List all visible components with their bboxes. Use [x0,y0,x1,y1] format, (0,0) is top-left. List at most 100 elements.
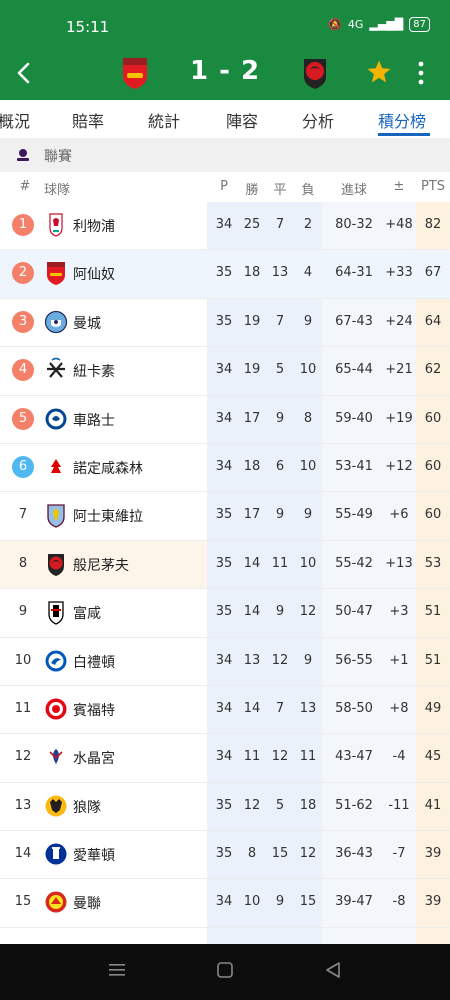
won-cell: 18 [243,458,261,474]
team-cell[interactable]: 2 阿仙奴 [0,250,207,298]
standings-table: 1 利物浦 34 25 7 2 80-32 +48 82 2 阿仙奴 35 18 13 4 64-31 +33 6… [0,202,450,928]
lost-cell: 12 [299,604,317,620]
played-cell: 35 [215,265,233,281]
home-button-icon[interactable] [216,962,234,978]
goal-diff-cell: -11 [388,797,410,813]
team-name[interactable]: 利物浦 [73,216,115,236]
table-row[interactable]: 5 車路士 34 17 9 8 59-40 +19 60 [0,396,450,444]
recent-apps-icon[interactable] [108,962,126,978]
table-row[interactable]: 12 水晶宮 34 11 12 11 43-47 -4 45 [0,734,450,783]
tab-lineup[interactable]: 陣容 [226,108,258,132]
team-cell[interactable]: 13 狼隊 [0,783,207,830]
table-row[interactable]: 11 賓福特 34 14 7 13 58-50 +8 49 [0,686,450,735]
col-diff: ± [393,179,405,194]
team-name[interactable]: 般尼茅夫 [73,555,129,575]
team-name[interactable]: 狼隊 [73,797,101,817]
table-row[interactable]: 13 狼隊 35 12 5 18 51-62 -11 41 [0,783,450,832]
team-name[interactable]: 諾定咸森林 [73,458,143,478]
team-cell[interactable]: 10 白禮頓 [0,638,207,685]
table-header: # 球隊 P 勝 平 負 進球 ± PTS [0,172,450,202]
team-name[interactable]: 車路士 [73,410,115,430]
col-goals: 進球 [340,183,367,198]
table-row[interactable]: 7 阿士東維拉 35 17 9 9 55-49 +6 60 [0,492,450,541]
team-name[interactable]: 曼城 [73,313,101,333]
points-cell: 67 [424,265,442,281]
tab-stats[interactable]: 統計 [148,108,180,132]
team-cell[interactable]: 3 曼城 [0,299,207,346]
team-cell[interactable]: 1 利物浦 [0,202,207,249]
position-badge: 2 [12,262,34,285]
points-cell: 39 [424,846,442,862]
tab-standings[interactable]: 積分榜 [378,108,426,132]
team-name[interactable]: 白禮頓 [73,652,115,672]
table-row[interactable]: 14 愛華頓 35 8 15 12 36-43 -7 39 [0,831,450,880]
col-played: P [220,179,228,194]
goals-cell: 50-47 [335,604,373,620]
signal-icon: ▂▄▆█ [369,18,404,31]
team-name[interactable]: 愛華頓 [73,845,115,865]
team-cell[interactable]: 8 般尼茅夫 [0,540,207,589]
table-row[interactable]: 10 白禮頓 34 13 12 9 56-55 +1 51 [0,638,450,686]
more-options-icon[interactable] [414,59,428,87]
drawn-cell: 5 [275,362,285,378]
team-name[interactable]: 阿士東維拉 [73,506,143,526]
position-badge: 5 [12,407,34,430]
team-cell[interactable]: 5 車路士 [0,396,207,443]
position-badge: 3 [12,310,34,333]
bournemouth-crest-icon[interactable] [301,56,329,90]
team-cell[interactable]: 14 愛華頓 [0,831,207,878]
team-name[interactable]: 紐卡素 [73,361,115,381]
table-row[interactable]: 1 利物浦 34 25 7 2 80-32 +48 82 [0,202,450,251]
table-row[interactable]: 6 諾定咸森林 34 18 6 10 53-41 +12 60 [0,444,450,493]
drawn-cell: 7 [275,313,285,329]
played-cell: 35 [215,797,233,813]
team-cell[interactable]: 4 紐卡素 [0,347,207,394]
goal-diff-cell: +8 [389,700,409,716]
table-row[interactable]: 4 紐卡素 34 19 5 10 65-44 +21 62 [0,347,450,396]
status-time: 15:11 [66,18,110,36]
team-name[interactable]: 水晶宮 [73,748,115,768]
team-cell[interactable]: 11 賓福特 [0,686,207,733]
favorite-star-icon[interactable] [366,59,392,85]
goal-diff-cell: +24 [385,313,413,329]
points-cell: 60 [424,410,442,426]
team-cell[interactable]: 9 富咸 [0,589,207,636]
played-cell: 34 [215,217,233,232]
team-cell[interactable]: 6 諾定咸森林 [0,444,207,491]
team-name[interactable]: 賓福特 [73,700,115,720]
tab-odds[interactable]: 賠率 [72,108,104,132]
drawn-cell: 9 [275,410,285,426]
lost-cell: 10 [299,555,317,571]
points-cell: 82 [424,217,442,232]
goal-diff-cell: -7 [392,846,406,862]
col-team: 球隊 [44,183,71,198]
table-row[interactable]: 15 曼聯 34 10 9 15 39-47 -8 39 [0,879,450,928]
won-cell: 11 [243,749,261,765]
tab-overview[interactable]: 概況 [0,108,30,132]
back-button-icon[interactable] [324,962,342,978]
won-cell: 8 [247,846,257,862]
match-header: 1 - 2 [0,50,450,100]
team-cell[interactable]: 12 水晶宮 [0,734,207,781]
played-cell: 34 [215,410,233,426]
team-cell[interactable]: 7 阿士東維拉 [0,492,207,539]
goal-diff-cell: +12 [385,458,413,474]
tab-analysis[interactable]: 分析 [302,108,334,132]
team-name[interactable]: 富咸 [73,603,101,623]
position-badge: 8 [18,555,28,571]
table-row[interactable]: 9 富咸 35 14 9 12 50-47 +3 51 [0,589,450,638]
position-badge: 10 [14,652,32,668]
won-cell: 14 [243,555,261,571]
premier-league-logo-icon [17,149,29,161]
won-cell: 18 [243,265,261,281]
col-pts: PTS [420,179,446,194]
lost-cell: 2 [303,217,313,232]
table-row[interactable]: 3 曼城 35 19 7 9 67-43 +24 64 [0,299,450,348]
played-cell: 34 [215,700,233,716]
team-name[interactable]: 曼聯 [73,893,101,913]
table-row[interactable]: 8 般尼茅夫 35 14 11 10 55-42 +13 53 [0,540,450,590]
nottingham-forest-crest-icon [48,456,64,479]
table-row[interactable]: 2 阿仙奴 35 18 13 4 64-31 +33 67 [0,250,450,299]
team-name[interactable]: 阿仙奴 [73,264,115,284]
team-cell[interactable]: 15 曼聯 [0,879,207,926]
